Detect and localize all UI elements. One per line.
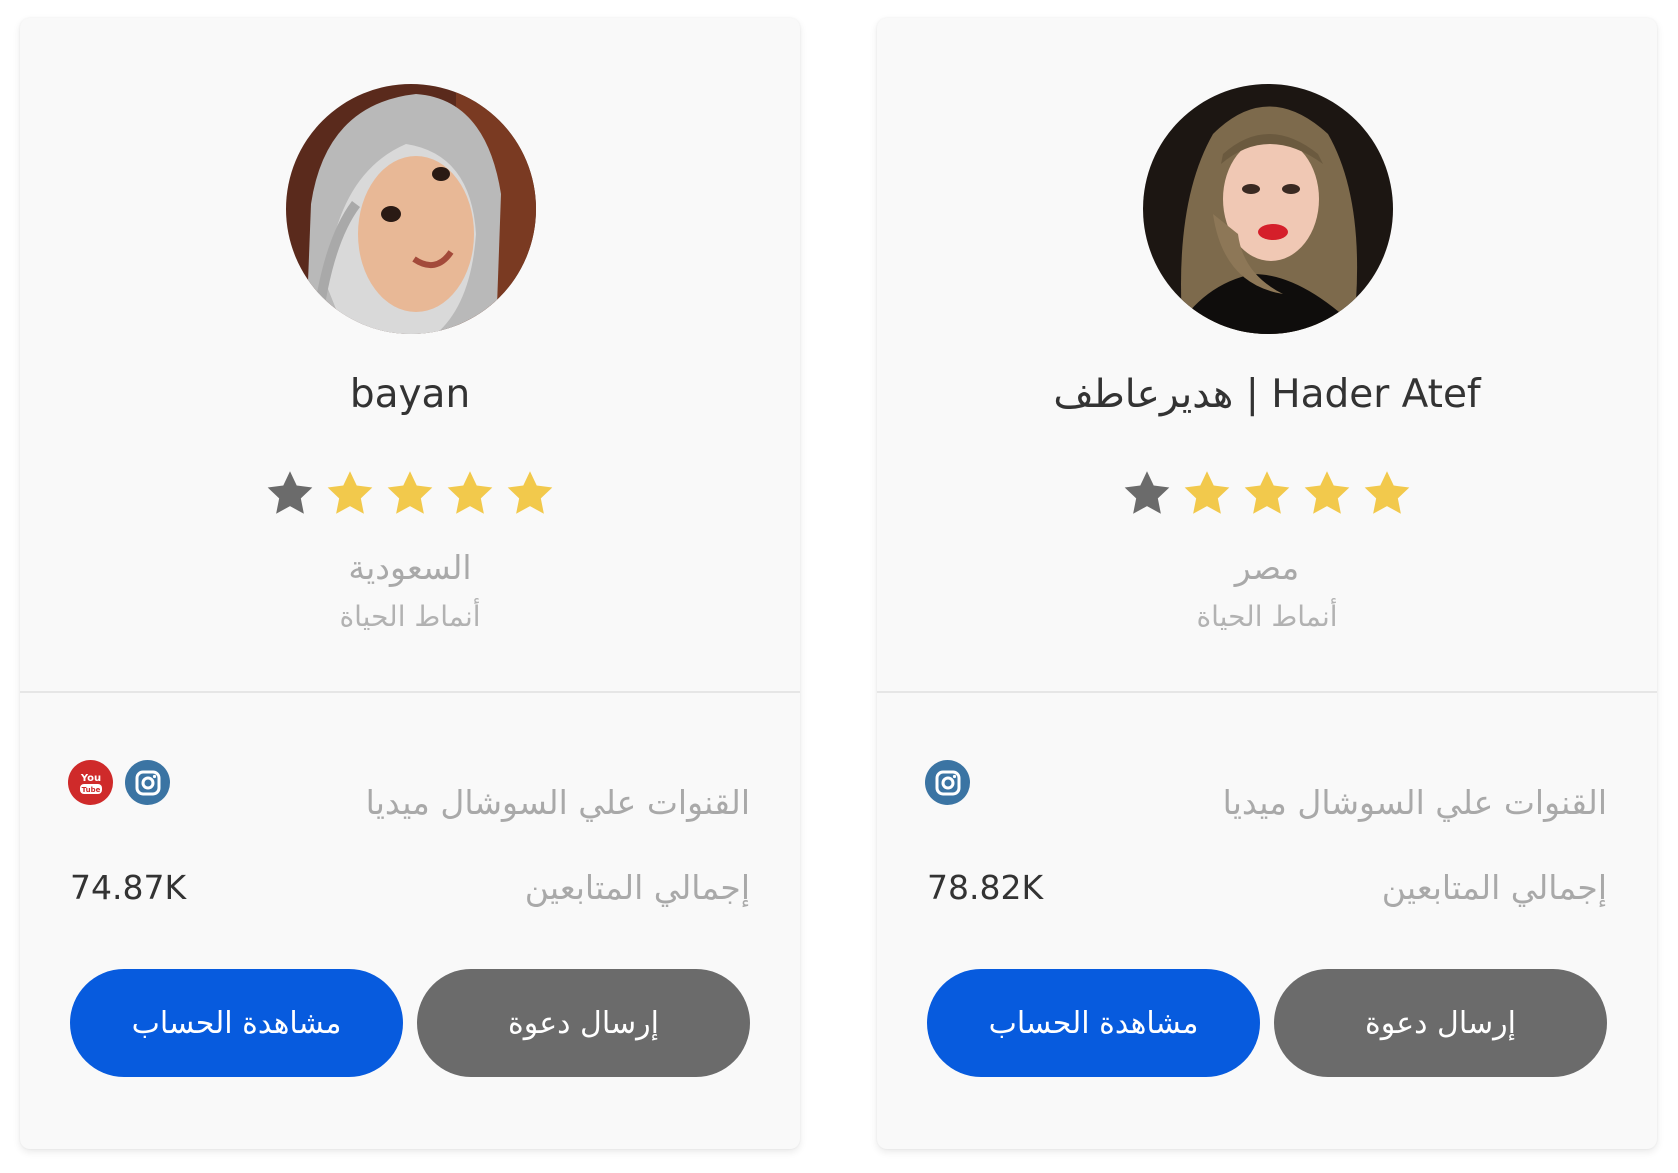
influencer-cards: bayan السعودية أنماط الحياة You Tube الق… (0, 0, 1678, 1173)
view-account-button[interactable]: مشاهدة الحساب (927, 969, 1260, 1077)
star-filled-icon (1304, 471, 1350, 514)
youtube-icon[interactable]: You Tube (68, 760, 113, 805)
star-filled-icon (447, 471, 493, 514)
divider (877, 691, 1657, 693)
country: مصر (1234, 548, 1300, 587)
followers-value: 78.82K (927, 868, 1044, 907)
view-account-button[interactable]: مشاهدة الحساب (70, 969, 403, 1077)
channels-label: القنوات علي السوشال ميديا (365, 783, 750, 822)
avatar[interactable] (1143, 84, 1393, 334)
divider (20, 691, 800, 693)
star-filled-icon (507, 471, 553, 514)
star-empty-icon (1124, 471, 1170, 514)
country: السعودية (348, 548, 472, 587)
followers-value: 74.87K (70, 868, 187, 907)
svg-text:Tube: Tube (81, 786, 100, 794)
avatar[interactable] (286, 84, 536, 334)
send-invite-button[interactable]: إرسال دعوة (417, 969, 750, 1077)
instagram-icon[interactable] (125, 760, 170, 805)
star-empty-icon (267, 471, 313, 514)
influencer-card: هديرعاطف | Hader Atef مصر أنماط الحياة ا… (877, 18, 1657, 1149)
star-filled-icon (327, 471, 373, 514)
send-invite-button[interactable]: إرسال دعوة (1274, 969, 1607, 1077)
rating-stars (20, 468, 800, 520)
social-channels: You Tube (68, 760, 170, 805)
channels-label: القنوات علي السوشال ميديا (1222, 783, 1607, 822)
svg-text:You: You (79, 773, 100, 784)
influencer-name[interactable]: bayan (20, 370, 800, 420)
star-filled-icon (1364, 471, 1410, 514)
rating-stars (877, 468, 1657, 520)
star-filled-icon (387, 471, 433, 514)
influencer-card: bayan السعودية أنماط الحياة You Tube الق… (20, 18, 800, 1149)
category: أنماط الحياة (1196, 600, 1338, 633)
followers-label: إجمالي المتابعين (1381, 868, 1607, 907)
instagram-icon[interactable] (925, 760, 970, 805)
followers-label: إجمالي المتابعين (524, 868, 750, 907)
social-channels (925, 760, 970, 805)
influencer-name[interactable]: هديرعاطف | Hader Atef (877, 370, 1657, 420)
category: أنماط الحياة (339, 600, 481, 633)
star-filled-icon (1184, 471, 1230, 514)
star-filled-icon (1244, 471, 1290, 514)
